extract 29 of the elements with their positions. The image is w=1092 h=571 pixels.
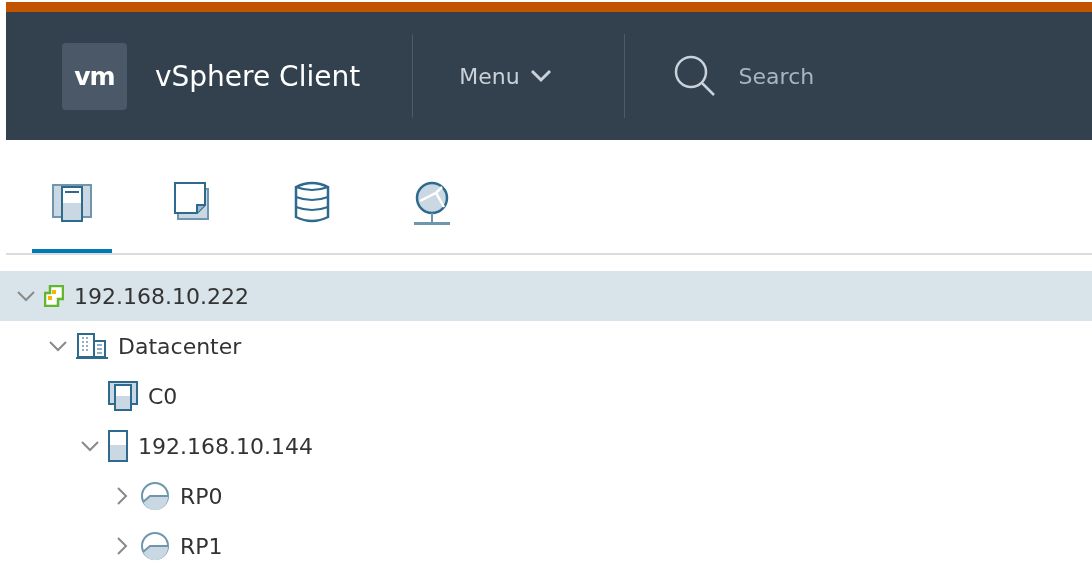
- tree-item-label[interactable]: RP1: [180, 533, 223, 559]
- resource-pool-icon: [140, 481, 170, 511]
- tree-item-label[interactable]: Datacenter: [118, 333, 242, 359]
- database-icon: [294, 181, 330, 223]
- menu-button[interactable]: Menu: [459, 63, 552, 89]
- tree-item-label[interactable]: RP0: [180, 483, 223, 509]
- vcenter-icon: [44, 285, 64, 307]
- chevron-down-icon: [529, 69, 552, 83]
- app-title: vSphere Client: [155, 59, 361, 93]
- cluster-icon: [108, 381, 138, 411]
- vm-icon: [173, 181, 211, 221]
- tree-row[interactable]: RP0: [76, 471, 1092, 521]
- search-icon: [672, 54, 717, 98]
- tree-item-label[interactable]: 192.168.10.222: [74, 283, 249, 309]
- globe-icon: [412, 181, 452, 227]
- tree-row[interactable]: 192.168.10.144: [44, 421, 1092, 471]
- logo: vm: [62, 42, 127, 110]
- tree-row[interactable]: Datacenter: [12, 321, 1092, 371]
- tree-row[interactable]: RP1: [76, 521, 1092, 571]
- resource-pool-icon: [140, 531, 170, 561]
- navigator-tab[interactable]: [32, 181, 112, 253]
- tree-row[interactable]: C0: [44, 371, 1092, 421]
- server-icon: [108, 430, 128, 462]
- hosts-icon: [51, 181, 93, 223]
- building-icon: [76, 333, 108, 359]
- tree-item-label[interactable]: C0: [148, 383, 178, 409]
- search-field[interactable]: Search: [736, 62, 1001, 90]
- tree-row[interactable]: 192.168.10.222: [0, 271, 1092, 321]
- tree-item-label[interactable]: 192.168.10.144: [138, 433, 313, 459]
